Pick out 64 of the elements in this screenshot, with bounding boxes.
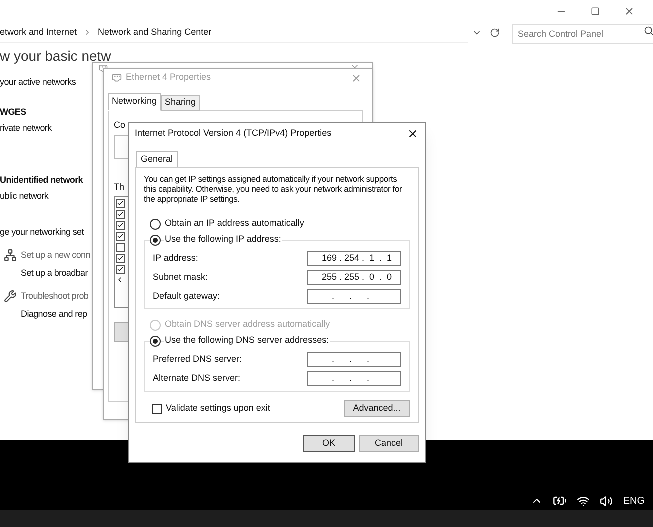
section-label: ge your networking set (0, 226, 84, 239)
checkbox[interactable] (116, 210, 125, 219)
radio-label: Obtain DNS server address automatically (164, 318, 332, 332)
page-heading: w your basic netw (0, 48, 112, 64)
checkbox[interactable] (116, 254, 125, 263)
checkbox[interactable] (116, 265, 125, 274)
section-label: Co (114, 119, 126, 132)
field-label: Preferred DNS server: (153, 352, 242, 366)
radio-label: Use the following IP address: (164, 233, 282, 247)
scroll-left-icon[interactable] (116, 276, 124, 284)
network-type: ublic network (0, 190, 49, 203)
task-link[interactable]: Troubleshoot prob (21, 290, 89, 304)
field-label: IP address: (153, 252, 198, 265)
radio-button[interactable] (150, 218, 161, 230)
wifi-icon[interactable] (577, 494, 590, 508)
breadcrumb-item[interactable]: Network and Sharing Center (98, 26, 212, 40)
ip-field[interactable]: . . . (307, 352, 401, 367)
checkbox[interactable] (116, 199, 125, 208)
ip-field[interactable]: . . . (307, 371, 401, 386)
breadcrumb-item[interactable]: etwork and Internet (0, 26, 78, 40)
checkbox[interactable] (152, 404, 162, 414)
speaker-icon[interactable] (600, 494, 614, 508)
description-text: You can get IP settings assigned automatically if your network supports this capability. Otherwise, you need to ask your network administrator for the appropriate IP settings. (144, 174, 404, 204)
network-name: WGES (0, 106, 26, 118)
task-description: Set up a broadbar (21, 266, 88, 280)
tab[interactable]: General (136, 151, 178, 168)
ip-field[interactable]: . . . (307, 289, 401, 304)
checkbox[interactable] (116, 232, 125, 241)
field-label: Alternate DNS server: (153, 372, 241, 385)
window-title: Internet Protocol Version 4 (TCP/IPv4) Properties (135, 127, 332, 140)
advanced-button[interactable]: Advanced... (344, 400, 410, 417)
checkbox-label: Validate settings upon exit (166, 402, 270, 415)
ok-button[interactable]: OK (303, 435, 355, 452)
tab[interactable]: Networking (108, 93, 162, 111)
install-button[interactable] (114, 322, 129, 342)
cancel-button[interactable]: Cancel (359, 435, 419, 452)
task-description: Diagnose and rep (21, 308, 88, 321)
maximize-icon[interactable] (591, 6, 600, 16)
section-label: Th (114, 180, 125, 194)
network-type: rivate network (0, 122, 52, 135)
search-field[interactable]: Search Control Panel (512, 24, 653, 44)
field-label: Subnet mask: (153, 270, 208, 284)
window-title: Ethernet 4 Properties (126, 71, 212, 84)
language-indicator[interactable]: ENG (623, 494, 645, 508)
network-name: Unidentified network (0, 174, 84, 186)
ip-field[interactable]: 169 . 254 . 1 . 1 (307, 251, 401, 266)
tab[interactable]: Sharing (161, 95, 200, 111)
ip-field[interactable]: 255 . 255 . 0 . 0 (307, 270, 401, 285)
checkbox[interactable] (116, 243, 125, 252)
radio-button[interactable] (150, 336, 161, 346)
battery-icon[interactable] (553, 494, 568, 508)
radio-label: Obtain an IP address automatically (164, 217, 306, 231)
search-icon (644, 26, 653, 36)
task-link[interactable]: Set up a new conn (21, 249, 90, 262)
section-label: your active networks (0, 76, 76, 89)
ethernet-icon (112, 73, 122, 83)
radio-button[interactable] (150, 234, 161, 246)
field-label: Default gateway: (153, 290, 220, 303)
refresh-icon[interactable] (490, 28, 500, 38)
close-icon[interactable] (407, 128, 419, 140)
wrench-icon (4, 290, 17, 303)
network-icon (4, 249, 17, 262)
radio-label: Use the following DNS server addresses: (164, 334, 330, 348)
checkbox[interactable] (116, 221, 125, 230)
